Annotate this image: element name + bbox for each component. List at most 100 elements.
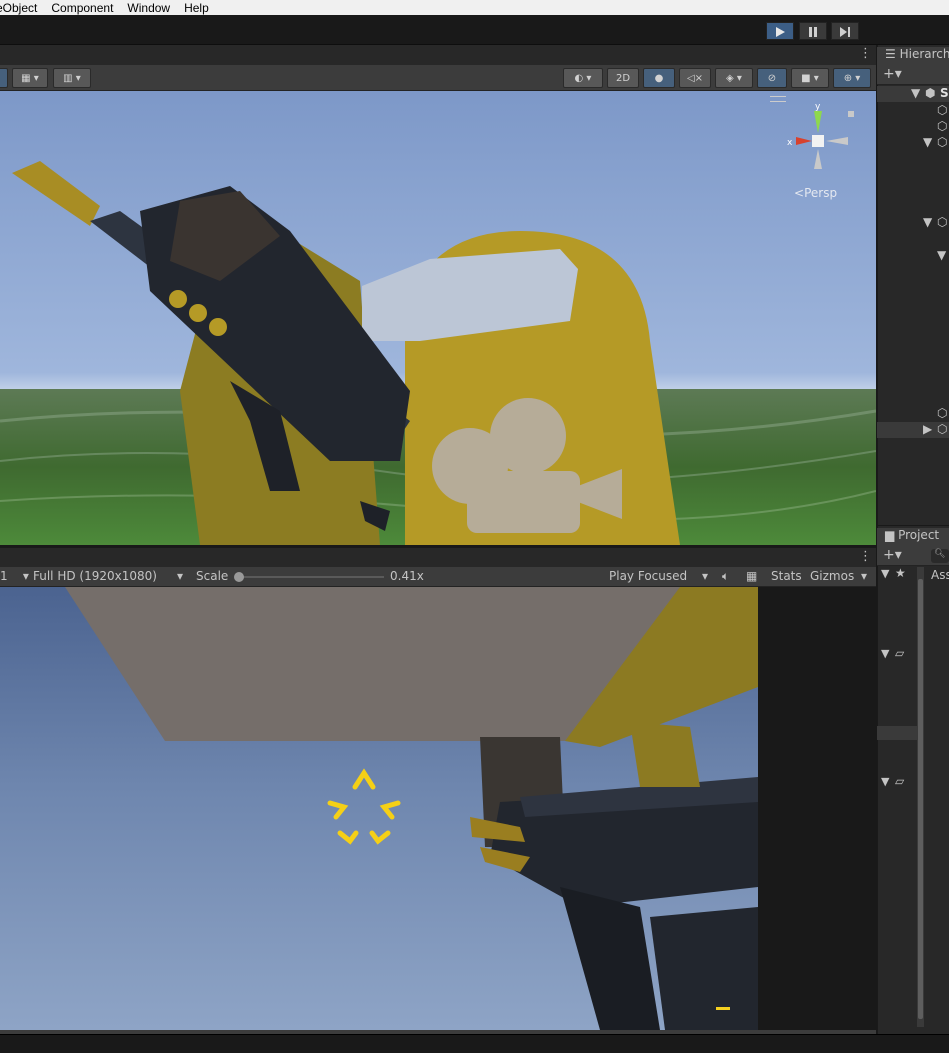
cube-icon: ⬡ [937,135,948,149]
favorites-arrow-icon[interactable]: ▼ [881,567,889,580]
favorites-star-icon: ★ [895,566,906,580]
scale-slider-handle[interactable] [234,572,244,582]
project-tab[interactable]: ▆ Project [877,528,949,546]
hidden-objects-toggle[interactable]: ⊘ [757,68,787,88]
shading-sphere-icon: ◐ ▾ [574,72,592,84]
game-toolbar: 1 ▾ Full HD (1920x1080) ▾ Scale 0.41x Pl… [0,567,876,587]
hierarchy-tab[interactable]: ☰ Hierarch [877,47,949,65]
gizmos-button[interactable]: Gizmos [810,569,854,583]
game-more-icon[interactable]: ⋮ [859,549,872,564]
unity-scene-icon: ⬢ [925,86,936,100]
snap-icon: ▥ ▾ [63,72,81,84]
search-icon: 🔍︎ [934,549,946,559]
hierarchy-item[interactable]: ⬡ [877,103,949,119]
play-mode-dropdown[interactable]: Play Focused [609,569,687,583]
audio-toggle[interactable]: ◁× [679,68,711,88]
hierarchy-item[interactable]: ▼ ⬡ [877,215,949,231]
lighting-toggle[interactable]: ● [643,68,675,88]
step-button[interactable] [831,22,859,40]
display-dropdown[interactable]: 1 ▾ [0,569,29,583]
lightbulb-icon: ● [654,72,664,84]
game-tab-bar: ⋮ [0,547,876,567]
keyboard-icon[interactable]: ▦ [746,569,757,583]
toggle-2d-button[interactable]: 2D [607,68,639,88]
expand-arrow-icon: ▼ [911,86,921,100]
scene-tool-left[interactable] [0,68,8,88]
assets-breadcrumb[interactable]: Ass [931,568,949,582]
gizmos-arrow[interactable]: ▾ [861,569,867,583]
resolution-dropdown[interactable]: Full HD (1920x1080) [33,569,157,583]
crosshair-icon [327,768,401,845]
effects-icon: ◈ ▾ [726,72,742,84]
gizmo-y-label: y [815,102,821,112]
packages-folder-icon: ▱ [895,774,905,788]
project-add-button[interactable]: +▾ [883,547,902,563]
play-button[interactable] [766,22,794,40]
eye-slash-icon: ⊘ [767,72,777,84]
play-icon [776,27,785,37]
hierarchy-item[interactable]: ⬡ [877,406,949,422]
globe-icon: ⊕ ▾ [843,72,861,84]
project-selected-row[interactable] [877,726,917,740]
project-tree: ▼ ★ Ass ▼ ▱ ▼ ▱ [877,566,949,1034]
status-bar [0,1034,949,1053]
stats-button[interactable]: Stats [771,569,802,583]
resolution-dropdown-arrow[interactable]: ▾ [177,569,183,583]
expand-arrow-icon: ▼ [923,135,933,149]
scale-value: 0.41x [390,569,424,583]
scale-label: Scale [196,569,229,583]
effects-toggle[interactable]: ◈ ▾ [715,68,753,88]
scene-tab-bar: ⋮ [0,45,876,65]
hierarchy-add-button[interactable]: +▾ [883,66,902,82]
cube-icon: ⬡ [937,422,948,436]
cube-icon: ⬡ [937,406,948,420]
increment-snap-button[interactable]: ▥ ▾ [53,68,91,88]
hierarchy-item-selected[interactable]: ▶ ⬡ [877,422,949,438]
hierarchy-toolbar: +▾ [877,65,949,85]
cube-icon: ⬡ [937,103,948,117]
expand-arrow-icon: ▼ [937,248,947,262]
gizmos-scene-button[interactable]: ⊕ ▾ [833,68,871,88]
persp-toggle[interactable]: <Persp [794,186,837,200]
scene-toolbar: ▦ ▾ ▥ ▾ ◐ ▾ 2D ● ◁× ◈ ▾ ⊘ ■ ▾ ⊕ ▾ [0,65,876,91]
menu-window[interactable]: Window [127,1,170,15]
hierarchy-item[interactable]: ▼ [877,248,949,264]
pause-button[interactable] [799,22,827,40]
menu-component[interactable]: Component [51,1,113,15]
expand-arrow-icon: ▼ [923,215,933,229]
main-toolbar [0,15,949,45]
step-icon [840,27,850,37]
speaker-icon[interactable]: 🔈︎ [722,569,729,584]
shading-mode-button[interactable]: ◐ ▾ [563,68,603,88]
gizmo-x-label: x [787,138,793,148]
camera-settings-button[interactable]: ■ ▾ [791,68,829,88]
cube-icon: ⬡ [937,215,948,229]
packages-arrow-icon[interactable]: ▼ [881,775,889,788]
project-toolbar: +▾ 🔍︎ [877,546,949,566]
scene-menu-icon[interactable] [770,96,786,102]
orientation-gizmo[interactable] [782,103,858,179]
scale-slider-track[interactable] [238,576,384,578]
folder-icon: ▆ [885,528,895,542]
project-search-field[interactable]: 🔍︎ [931,549,949,563]
collapse-arrow-icon: ▶ [923,422,933,436]
pause-icon [809,27,817,37]
menu-help[interactable]: Help [184,1,209,15]
assets-arrow-icon[interactable]: ▼ [881,647,889,660]
assets-folder-icon: ▱ [895,646,905,660]
game-viewport[interactable] [0,587,758,1030]
hierarchy-item[interactable]: ⬡ [877,119,949,135]
grid-icon: ▦ ▾ [21,72,39,84]
persp-label: Persp [804,186,838,200]
play-mode-arrow[interactable]: ▾ [702,569,708,583]
project-scrollbar-thumb[interactable] [918,579,923,1019]
hierarchy-scene-row[interactable]: ▼ ⬢ S [877,86,949,102]
audio-mute-icon: ◁× [686,72,704,84]
menu-gameobject[interactable]: eObject [0,1,37,15]
cube-icon: ⬡ [937,119,948,133]
grid-snap-button[interactable]: ▦ ▾ [12,68,48,88]
scene-more-icon[interactable]: ⋮ [859,46,872,61]
hierarchy-item[interactable]: ▼ ⬡ [877,135,949,151]
scene-render [0,161,876,545]
scene-viewport[interactable]: y x <Persp [0,91,876,545]
